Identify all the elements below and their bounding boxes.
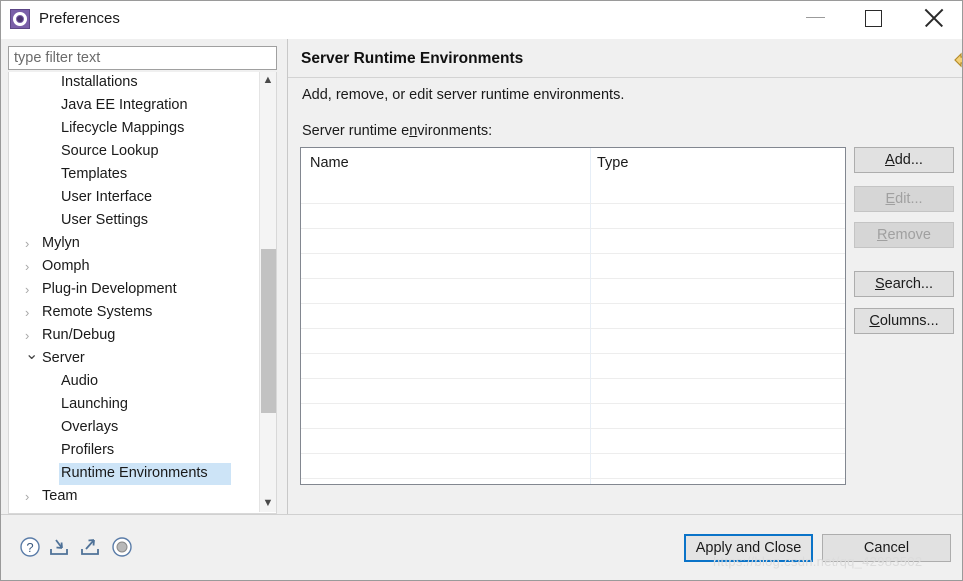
tree-item-remote-systems[interactable]: › Remote Systems: [9, 302, 259, 325]
tree-item-label: Templates: [61, 166, 128, 182]
table-row[interactable]: [301, 303, 845, 304]
help-icon[interactable]: ?: [18, 535, 42, 559]
tree-item-label: Plug-in Development: [42, 281, 177, 297]
tree-item-label: Team: [42, 488, 78, 504]
tree-item-label: Overlays: [61, 419, 119, 435]
table-row[interactable]: [301, 453, 845, 454]
list-label-post: vironments:: [417, 123, 493, 139]
tree-item-lifecycle-mappings[interactable]: Lifecycle Mappings: [9, 118, 259, 141]
chevron-right-icon[interactable]: ›: [25, 260, 37, 274]
tree-item-server[interactable]: ⌄ Server: [9, 347, 259, 371]
table-row[interactable]: [301, 378, 845, 379]
table-row[interactable]: [301, 428, 845, 429]
scroll-down-icon[interactable]: ▼: [260, 495, 276, 512]
tree-item-label: Installations: [61, 74, 138, 90]
tree-item-label: Mylyn: [42, 235, 80, 251]
tree-item-label: Audio: [61, 373, 99, 389]
tree-item-label: Run/Debug: [42, 327, 116, 343]
close-icon[interactable]: [910, 1, 956, 33]
filter-input[interactable]: type filter text: [8, 46, 277, 70]
tree-item-label: Remote Systems: [42, 304, 153, 320]
preferences-gear-icon: [10, 9, 30, 29]
tree-item-label: Server: [42, 350, 85, 366]
search-button[interactable]: Search...: [854, 271, 954, 297]
tree-item-installations[interactable]: Installations: [9, 72, 259, 95]
tree-item-launching[interactable]: Launching: [9, 394, 259, 417]
tree-item-label: Runtime Environments: [61, 465, 208, 481]
list-label-pre: Server runtime e: [302, 123, 410, 139]
tree-item-overlays[interactable]: Overlays: [9, 417, 259, 440]
chevron-right-icon[interactable]: ›: [25, 283, 37, 297]
title-divider: [288, 77, 962, 78]
runtime-environments-table[interactable]: Name Type: [300, 147, 846, 485]
import-icon[interactable]: [47, 535, 71, 559]
tree-item-profilers[interactable]: Profilers: [9, 440, 259, 463]
back-arrow-icon[interactable]: [952, 51, 962, 69]
tree-item-audio[interactable]: Audio: [9, 371, 259, 394]
tree-item-java-ee-integration[interactable]: Java EE Integration: [9, 95, 259, 118]
table-row[interactable]: [301, 253, 845, 254]
tree-item-label: User Interface: [61, 189, 153, 205]
scrollbar-thumb[interactable]: [261, 249, 276, 413]
table-row[interactable]: [301, 353, 845, 354]
table-row[interactable]: [301, 278, 845, 279]
tree-item-oomph[interactable]: › Oomph: [9, 256, 259, 279]
table-row[interactable]: [301, 228, 845, 229]
remove-button: Remove: [854, 222, 954, 248]
column-header-name[interactable]: Name: [310, 148, 349, 178]
column-divider[interactable]: [590, 148, 591, 484]
add-button[interactable]: Add...: [854, 147, 954, 173]
columns-button[interactable]: Columns...: [854, 308, 954, 334]
tree-item-source-lookup[interactable]: Source Lookup: [9, 141, 259, 164]
tree-scrollbar[interactable]: ▲ ▼: [259, 72, 276, 512]
chevron-right-icon[interactable]: ›: [25, 490, 37, 504]
preferences-tree[interactable]: Installations Java EE Integration Lifecycl…: [8, 72, 277, 514]
filter-placeholder: type filter text: [14, 50, 101, 66]
table-row[interactable]: [301, 478, 845, 479]
title-bar: Preferences: [1, 1, 962, 39]
apply-and-close-button[interactable]: Apply and Close: [684, 534, 813, 562]
dialog-button-bar: [1, 514, 962, 580]
tree-item-label: User Settings: [61, 212, 149, 228]
export-icon[interactable]: [78, 535, 102, 559]
chevron-right-icon[interactable]: ›: [25, 329, 37, 343]
tree-item-label: Profilers: [61, 442, 115, 458]
table-row[interactable]: [301, 203, 845, 204]
tree-item-team[interactable]: › Team: [9, 486, 259, 509]
list-label: Server runtime environments:: [302, 123, 492, 139]
tree-item-mylyn[interactable]: › Mylyn: [9, 233, 259, 256]
tree-item-label: Launching: [61, 396, 128, 412]
table-row[interactable]: [301, 328, 845, 329]
tree-item-label: Source Lookup: [61, 143, 159, 159]
tree-item-user-settings[interactable]: User Settings: [9, 210, 259, 233]
tree-item-user-interface[interactable]: User Interface: [9, 187, 259, 210]
preference-page: Server Runtime Environments Add, remove,…: [287, 39, 962, 514]
tree-item-label: Oomph: [42, 258, 90, 274]
chevron-right-icon[interactable]: ›: [25, 237, 37, 251]
restore-defaults-icon[interactable]: [110, 535, 134, 559]
edit-button: Edit...: [854, 186, 954, 212]
tree-item-run-debug[interactable]: › Run/Debug: [9, 325, 259, 348]
minimize-icon[interactable]: [794, 1, 840, 33]
scroll-up-icon[interactable]: ▲: [260, 72, 276, 89]
page-title: Server Runtime Environments: [301, 50, 524, 67]
tree-item-label: Java EE Integration: [61, 97, 188, 113]
page-description: Add, remove, or edit server runtime envi…: [302, 87, 625, 103]
tree-item-runtime-environments[interactable]: Runtime Environments: [9, 463, 259, 486]
maximize-icon[interactable]: [850, 1, 896, 33]
cancel-button[interactable]: Cancel: [822, 534, 951, 562]
tree-item-plug-in-development[interactable]: › Plug-in Development: [9, 279, 259, 302]
table-row[interactable]: [301, 403, 845, 404]
tree-item-templates[interactable]: Templates: [9, 164, 259, 187]
window-title: Preferences: [39, 10, 120, 27]
tree-item-label: Lifecycle Mappings: [61, 120, 185, 136]
svg-text:?: ?: [26, 540, 33, 555]
column-header-type[interactable]: Type: [597, 148, 628, 178]
preferences-dialog: Preferences type filter text Installatio…: [0, 0, 963, 581]
chevron-down-icon[interactable]: ⌄: [25, 347, 38, 363]
chevron-right-icon[interactable]: ›: [25, 306, 37, 320]
